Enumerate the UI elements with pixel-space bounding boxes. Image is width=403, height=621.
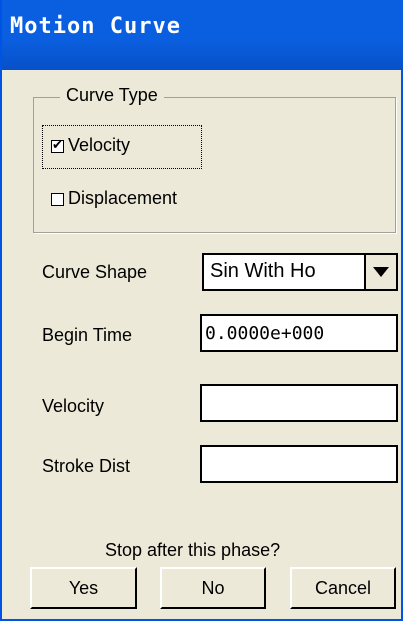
- begin-time-value: 0.0000e+000: [205, 323, 325, 344]
- stop-prompt: Stop after this phase?: [105, 540, 281, 560]
- begin-time-label: Begin Time: [42, 325, 133, 345]
- stroke-dist-label: Stroke Dist: [42, 456, 131, 476]
- window-title: Motion Curve: [10, 14, 181, 39]
- velocity-checkbox[interactable]: ✔: [51, 138, 64, 153]
- begin-time-field[interactable]: 0.0000e+000: [200, 314, 398, 352]
- displacement-checkbox-label[interactable]: Displacement: [68, 188, 177, 209]
- stroke-dist-field[interactable]: [200, 445, 398, 483]
- velocity-field[interactable]: [200, 384, 398, 422]
- yes-button[interactable]: Yes: [30, 567, 137, 609]
- dropdown-button[interactable]: [364, 255, 396, 289]
- curve-shape-value: Sin With Ho: [210, 260, 316, 282]
- curve-shape-dropdown[interactable]: Sin With Ho: [202, 253, 398, 291]
- displacement-checkbox[interactable]: [51, 193, 64, 206]
- cancel-button[interactable]: Cancel: [290, 567, 396, 609]
- chevron-down-icon: [373, 267, 389, 277]
- velocity-label: Velocity: [42, 396, 105, 416]
- motion-curve-dialog: Motion Curve Curve Type ✔ Velocity Displ…: [0, 0, 403, 621]
- curve-shape-label: Curve Shape: [42, 262, 148, 282]
- no-button[interactable]: No: [160, 567, 266, 609]
- title-bar[interactable]: Motion Curve: [2, 0, 403, 70]
- checkmark-icon: ✔: [52, 138, 63, 153]
- curve-type-group-title: Curve Type: [60, 85, 164, 106]
- velocity-checkbox-label[interactable]: Velocity: [68, 135, 130, 156]
